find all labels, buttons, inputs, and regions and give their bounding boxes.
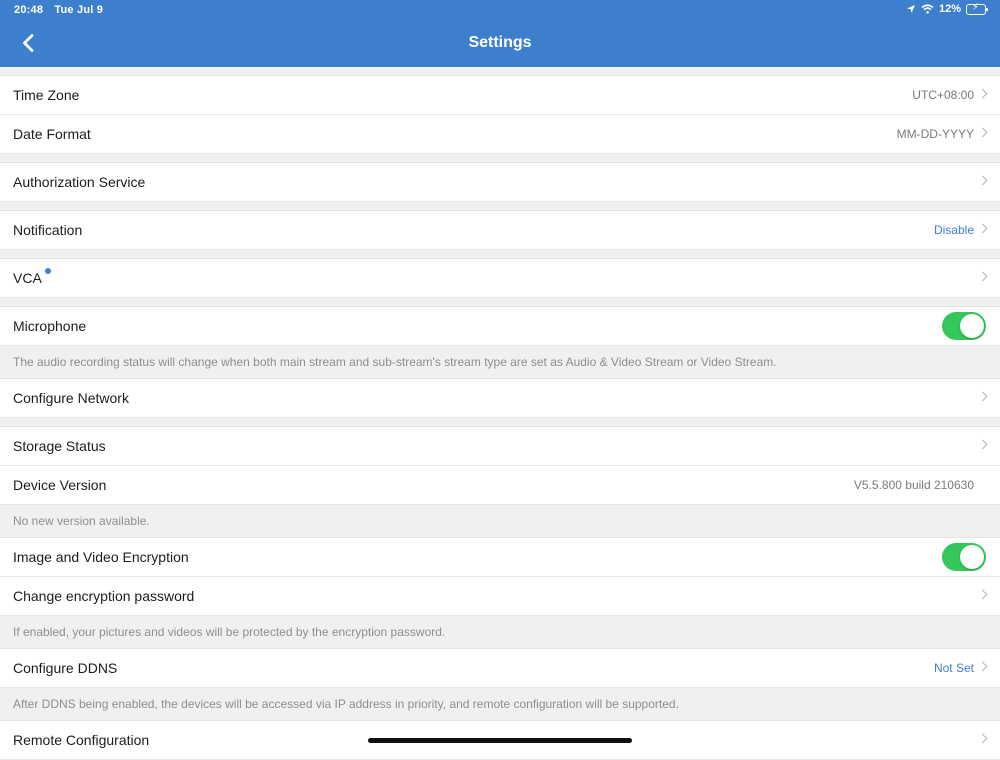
- toggle-knob: [960, 545, 984, 569]
- time-zone-value: UTC+08:00: [912, 88, 974, 102]
- device-version-value: V5.5.800 build 210630: [853, 478, 974, 492]
- home-indicator: [368, 738, 632, 743]
- location-icon: [906, 5, 915, 13]
- change-encryption-password-row[interactable]: Change encryption password: [0, 577, 1000, 616]
- authorization-service-label: Authorization Service: [13, 174, 146, 190]
- battery-percent: 12%: [938, 3, 961, 15]
- chevron-right-icon: [977, 88, 988, 99]
- encryption-label: Image and Video Encryption: [13, 549, 189, 565]
- microphone-toggle[interactable]: [942, 312, 986, 340]
- date-format-row[interactable]: Date Format MM-DD-YYYY: [0, 115, 1000, 154]
- new-badge-dot: [45, 268, 51, 274]
- configure-ddns-value: Not Set: [933, 661, 974, 675]
- notification-label: Notification: [13, 222, 83, 238]
- configure-network-row[interactable]: Configure Network: [0, 379, 1000, 418]
- section-gap: [0, 418, 1000, 427]
- device-version-note: No new version available.: [0, 505, 1000, 538]
- device-version-row: Device Version V5.5.800 build 210630: [0, 466, 1000, 505]
- authorization-service-row[interactable]: Authorization Service: [0, 163, 1000, 202]
- chevron-right-icon: [977, 589, 988, 600]
- microphone-label: Microphone: [13, 318, 87, 334]
- microphone-note: The audio recording status will change w…: [0, 346, 1000, 379]
- configure-ddns-row[interactable]: Configure DDNS Not Set: [0, 649, 1000, 688]
- chevron-right-icon: [977, 271, 988, 282]
- section-gap: [0, 154, 1000, 163]
- microphone-row: Microphone: [0, 307, 1000, 346]
- configure-ddns-label: Configure DDNS: [13, 660, 118, 676]
- time-zone-label: Time Zone: [13, 87, 80, 103]
- status-date: Tue Jul 9: [54, 4, 104, 16]
- chevron-right-icon: [977, 733, 988, 744]
- date-format-value: MM-DD-YYYY: [896, 127, 974, 141]
- navigation-bar: 20:48 Tue Jul 9 12% ⚡ Settings: [0, 0, 1000, 67]
- remote-configuration-label: Remote Configuration: [13, 732, 150, 748]
- status-bar-left: 20:48 Tue Jul 9: [14, 4, 111, 16]
- chevron-right-icon: [977, 223, 988, 234]
- device-version-label: Device Version: [13, 477, 107, 493]
- chevron-right-icon: [977, 391, 988, 402]
- storage-status-row[interactable]: Storage Status: [0, 427, 1000, 466]
- encryption-note: If enabled, your pictures and videos wil…: [0, 616, 1000, 649]
- vca-label: VCA: [13, 270, 42, 286]
- encryption-toggle[interactable]: [942, 543, 986, 571]
- chevron-right-icon: [977, 661, 988, 672]
- toggle-knob: [960, 314, 984, 338]
- notification-value: Disable: [933, 223, 974, 237]
- section-gap: [0, 298, 1000, 307]
- chevron-right-icon: [977, 127, 988, 138]
- change-encryption-password-label: Change encryption password: [13, 588, 195, 604]
- battery-icon: ⚡: [966, 2, 988, 15]
- section-gap: [0, 67, 1000, 76]
- settings-list: Time Zone UTC+08:00 Date Format MM-DD-YY…: [0, 67, 1000, 760]
- section-gap: [0, 250, 1000, 259]
- time-zone-row[interactable]: Time Zone UTC+08:00: [0, 76, 1000, 115]
- configure-network-label: Configure Network: [13, 390, 129, 406]
- status-bar-right: 12% ⚡: [906, 2, 988, 15]
- section-gap: [0, 202, 1000, 211]
- date-format-label: Date Format: [13, 126, 91, 142]
- ddns-note: After DDNS being enabled, the devices wi…: [0, 688, 1000, 721]
- status-time: 20:48: [14, 4, 44, 16]
- chevron-right-icon: [977, 175, 988, 186]
- chevron-right-icon: [977, 439, 988, 450]
- notification-row[interactable]: Notification Disable: [0, 211, 1000, 250]
- encryption-row: Image and Video Encryption: [0, 538, 1000, 577]
- wifi-icon: [921, 4, 934, 14]
- page-title: Settings: [468, 34, 532, 51]
- storage-status-label: Storage Status: [13, 438, 106, 454]
- vca-row[interactable]: VCA: [0, 259, 1000, 298]
